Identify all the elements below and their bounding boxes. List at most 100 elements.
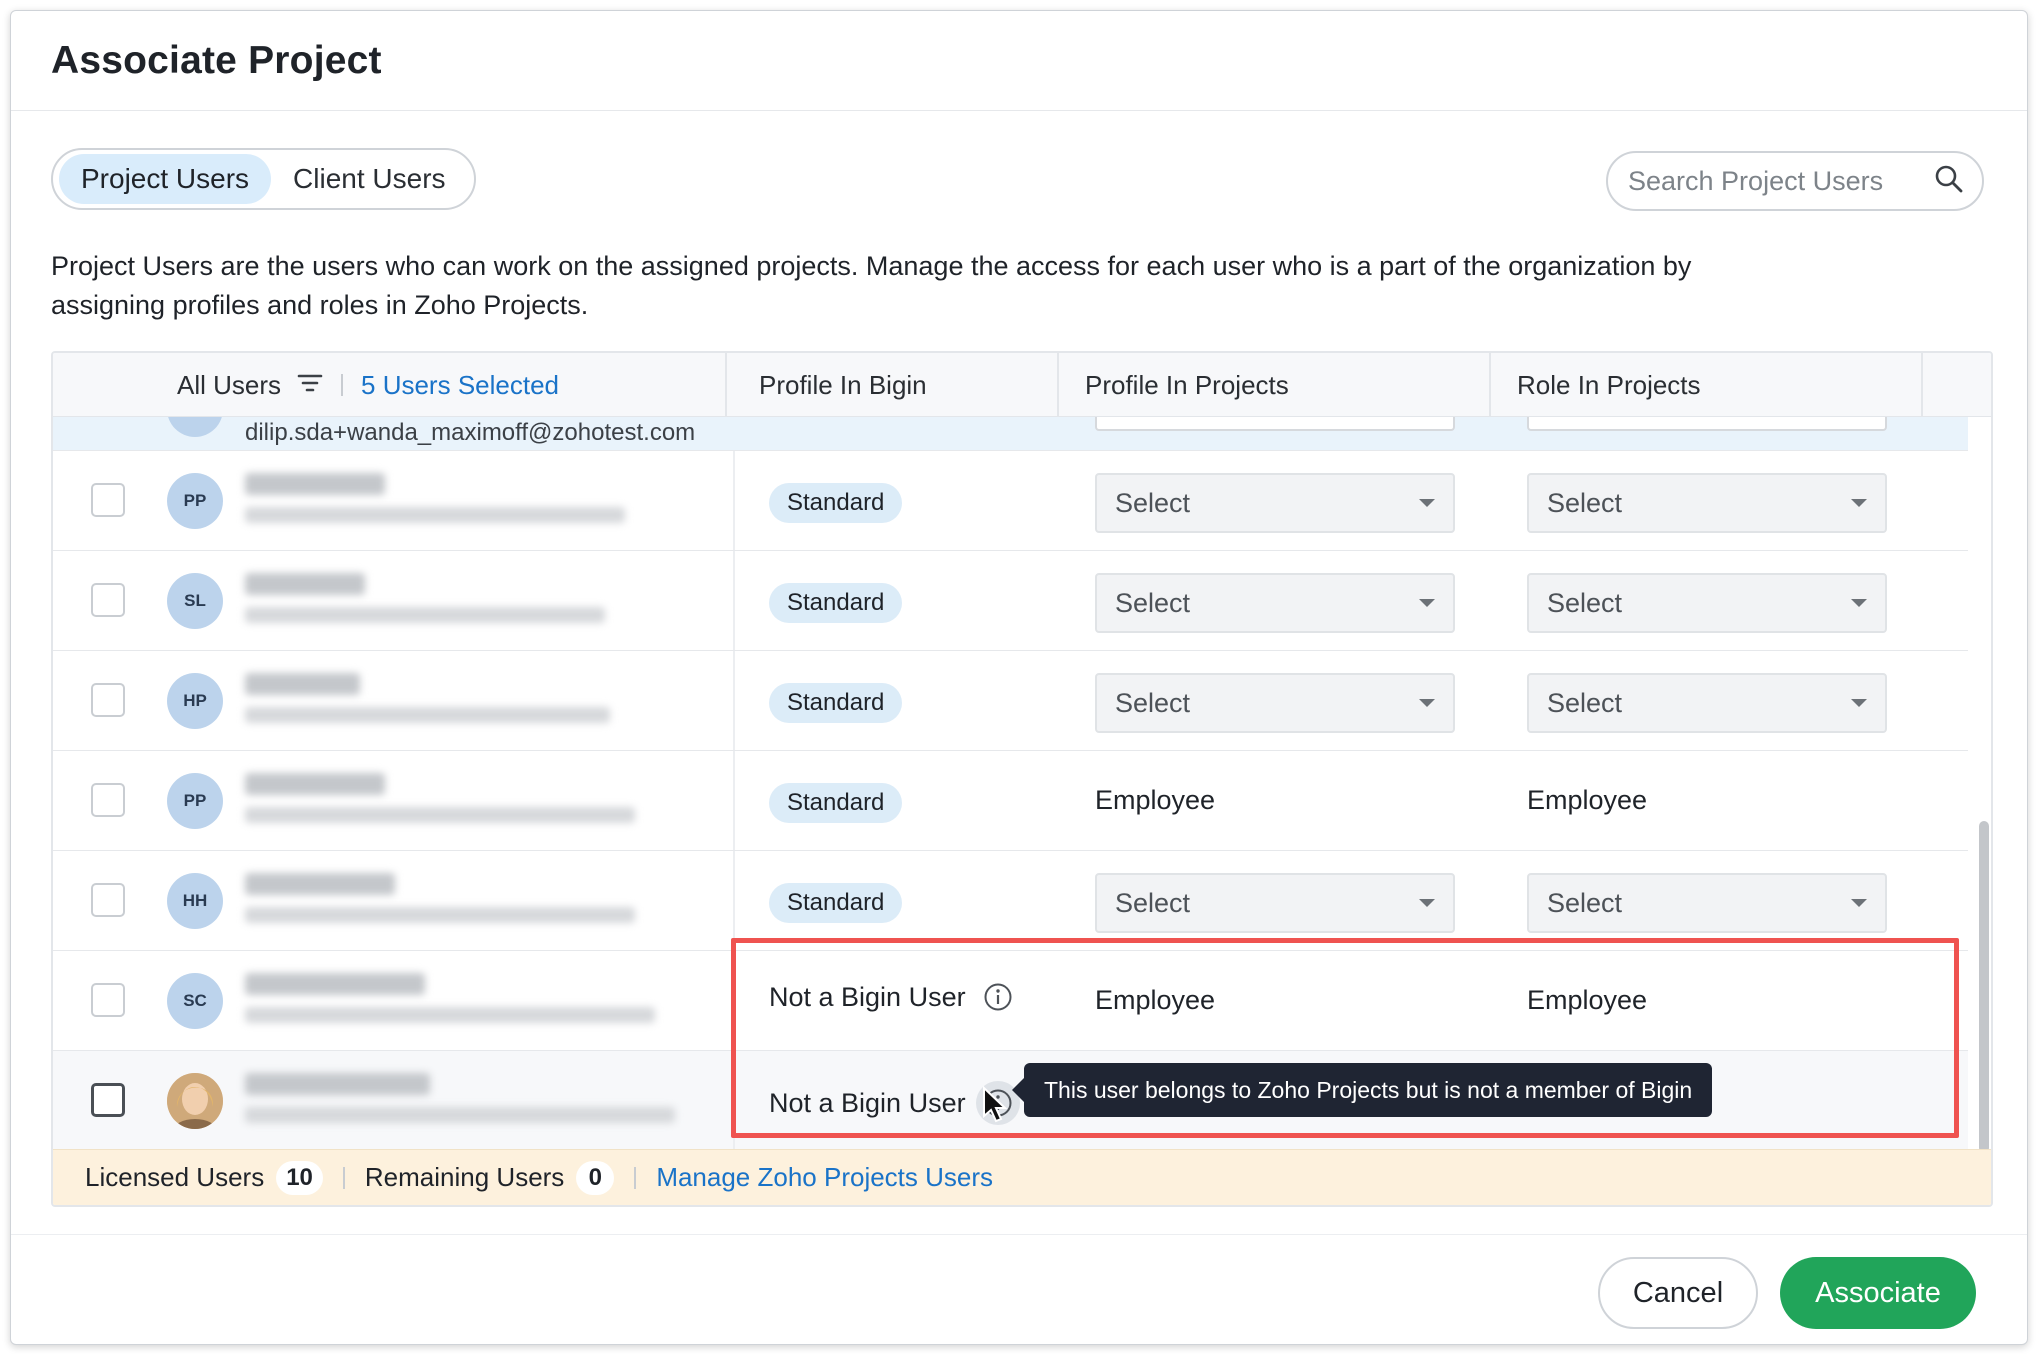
select-value: Select: [1115, 587, 1191, 618]
user-info-blurred: [245, 1073, 685, 1123]
select-value: Select: [1547, 587, 1623, 618]
remaining-users-label: Remaining Users: [364, 1162, 565, 1192]
column-divider: [733, 651, 735, 750]
header-profile-projects: Profile In Projects: [1085, 369, 1289, 400]
row-checkbox[interactable]: [91, 1083, 125, 1117]
role-select[interactable]: Select: [1527, 573, 1887, 633]
search-field[interactable]: [1606, 151, 1984, 211]
user-info-blurred: [245, 973, 685, 1023]
table-row[interactable]: HH Standard Select Select: [53, 851, 1968, 951]
row-checkbox[interactable]: [91, 483, 125, 517]
table-row[interactable]: PP Standard Select Select: [53, 451, 1968, 551]
table-body: dilip.sda+wanda_maximoff@zohotest.com PP…: [53, 417, 1991, 1157]
bigin-profile-badge: Standard: [769, 883, 903, 923]
column-divider: [733, 451, 735, 550]
not-bigin-label: Not a Bigin User: [769, 1087, 966, 1118]
profile-in-projects: Employee: [1095, 785, 1216, 815]
profile-select[interactable]: Select: [1095, 573, 1455, 633]
bigin-profile-badge: Standard: [769, 683, 903, 723]
profile-select[interactable]: Select: [1095, 473, 1455, 533]
select-value: Select: [1547, 487, 1623, 518]
role-in-projects: Employee: [1527, 785, 1648, 815]
user-info-blurred: [245, 473, 685, 523]
licensed-users-count: 10: [276, 1160, 323, 1195]
avatar: [167, 417, 223, 437]
header-all-users: All Users 5 Users Selected: [177, 353, 559, 417]
avatar: PP: [167, 773, 223, 829]
cancel-button[interactable]: Cancel: [1598, 1257, 1758, 1329]
user-type-toggle: Project Users Client Users: [51, 148, 476, 210]
select-value: Select: [1115, 887, 1191, 918]
tab-client-users[interactable]: Client Users: [271, 154, 467, 204]
chevron-down-icon: [1851, 599, 1867, 607]
tab-project-users[interactable]: Project Users: [59, 154, 272, 204]
not-bigin-label: Not a Bigin User: [769, 981, 966, 1012]
avatar: SC: [167, 973, 223, 1029]
chevron-down-icon: [1851, 899, 1867, 907]
header-role-projects: Role In Projects: [1517, 369, 1701, 400]
select-value: Select: [1115, 687, 1191, 718]
dialog-header: Associate Project: [11, 11, 2027, 111]
users-selected-link[interactable]: 5 Users Selected: [361, 370, 559, 401]
select-value: Select: [1115, 487, 1191, 518]
search-icon[interactable]: [1934, 164, 1964, 199]
bigin-profile-badge: Standard: [769, 583, 903, 623]
column-divider: [733, 851, 735, 950]
role-select[interactable]: [1527, 417, 1887, 431]
avatar: PP: [167, 473, 223, 529]
column-divider: [1921, 353, 1923, 417]
divider: [341, 374, 344, 396]
manage-projects-users-link[interactable]: Manage Zoho Projects Users: [656, 1162, 993, 1193]
row-checkbox[interactable]: [91, 783, 125, 817]
column-divider: [1057, 353, 1059, 417]
select-value: Select: [1547, 687, 1623, 718]
not-bigin-user: Not a Bigin User: [769, 981, 1014, 1013]
chevron-down-icon: [1419, 499, 1435, 507]
info-icon[interactable]: [982, 981, 1014, 1013]
license-info-bar: Licensed Users 10 Remaining Users 0 Mana…: [53, 1149, 1991, 1205]
divider: [342, 1166, 345, 1189]
user-info-blurred: [245, 673, 685, 723]
table-row[interactable]: dilip.sda+wanda_maximoff@zohotest.com: [53, 417, 1968, 451]
column-divider: [733, 1051, 735, 1150]
scrollbar-thumb[interactable]: [1979, 821, 1989, 1153]
row-checkbox[interactable]: [91, 883, 125, 917]
table-row[interactable]: PP Standard Employee Employee: [53, 751, 1968, 851]
search-input[interactable]: [1628, 165, 1928, 197]
avatar-photo: [167, 1073, 223, 1129]
column-divider: [733, 751, 735, 850]
profile-select[interactable]: Select: [1095, 673, 1455, 733]
chevron-down-icon: [1419, 899, 1435, 907]
user-info-blurred: [245, 573, 685, 623]
dialog-title: Associate Project: [51, 38, 382, 82]
column-divider: [733, 551, 735, 650]
table-row[interactable]: SL Standard Select Select: [53, 551, 1968, 651]
role-select[interactable]: Select: [1527, 673, 1887, 733]
filter-icon[interactable]: [297, 370, 323, 401]
role-select[interactable]: Select: [1527, 473, 1887, 533]
profile-select[interactable]: [1095, 417, 1455, 431]
licensed-users-label: Licensed Users: [85, 1162, 265, 1192]
column-divider: [733, 951, 735, 1050]
remaining-users-count: 0: [576, 1160, 615, 1195]
role-select[interactable]: Select: [1527, 873, 1887, 933]
header-profile-bigin: Profile In Bigin: [759, 369, 927, 400]
row-checkbox[interactable]: [91, 583, 125, 617]
mouse-pointer-icon: [982, 1085, 1008, 1129]
chevron-down-icon: [1419, 599, 1435, 607]
profile-select[interactable]: Select: [1095, 873, 1455, 933]
associate-button[interactable]: Associate: [1780, 1257, 1976, 1329]
row-checkbox[interactable]: [91, 683, 125, 717]
all-users-label[interactable]: All Users: [177, 370, 281, 401]
user-info-blurred: [245, 773, 685, 823]
bigin-profile-badge: Standard: [769, 783, 903, 823]
profile-in-projects: Employee: [1095, 985, 1216, 1015]
avatar: SL: [167, 573, 223, 629]
table-row[interactable]: SC Not a Bigin User Employee Employee: [53, 951, 1968, 1051]
bigin-profile-badge: Standard: [769, 483, 903, 523]
row-checkbox[interactable]: [91, 983, 125, 1017]
chevron-down-icon: [1851, 499, 1867, 507]
user-email: dilip.sda+wanda_maximoff@zohotest.com: [245, 419, 696, 446]
divider: [634, 1166, 637, 1189]
table-row[interactable]: HP Standard Select Select: [53, 651, 1968, 751]
